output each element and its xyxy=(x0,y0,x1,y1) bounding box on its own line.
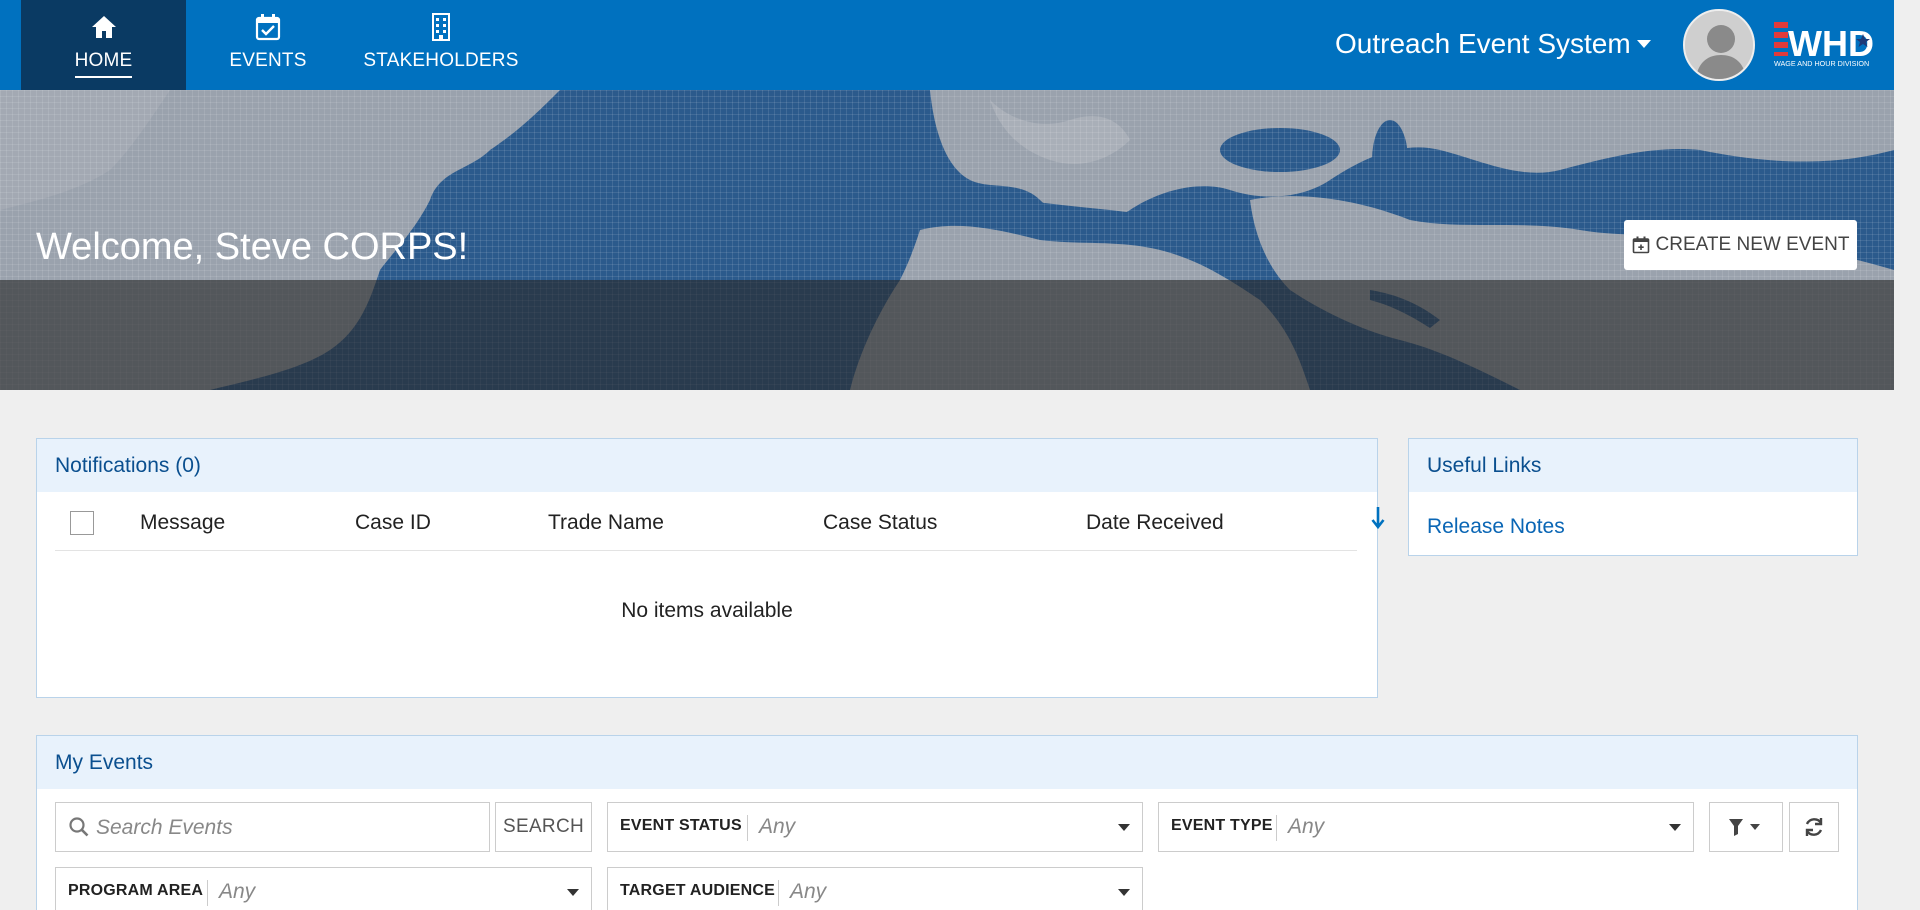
refresh-button[interactable] xyxy=(1789,802,1839,852)
event-status-value: Any xyxy=(759,815,796,838)
notifications-title: Notifications (0) xyxy=(37,439,1377,492)
active-tab-underline xyxy=(75,76,132,78)
user-avatar[interactable] xyxy=(1683,9,1755,81)
nav-tab-home-label: HOME xyxy=(74,50,133,71)
column-header-case-status[interactable]: Case Status xyxy=(823,511,937,535)
caret-down-icon xyxy=(567,889,579,896)
program-area-value: Any xyxy=(219,880,256,903)
select-all-checkbox[interactable] xyxy=(70,511,94,535)
calendar-check-icon xyxy=(255,14,281,41)
notifications-panel: Notifications (0) Message Case ID Trade … xyxy=(36,438,1385,698)
caret-down-icon xyxy=(1636,39,1651,48)
dropdown-separator xyxy=(747,815,748,841)
useful-links-title: Useful Links xyxy=(1409,439,1857,492)
nav-tab-events[interactable]: EVENTS xyxy=(212,0,324,90)
event-status-dropdown[interactable]: EVENT STATUS Any xyxy=(607,802,1143,852)
nav-tab-events-label: EVENTS xyxy=(229,50,307,71)
program-area-label: PROGRAM AREA xyxy=(68,882,204,899)
dropdown-separator xyxy=(207,880,208,906)
nav-tab-home[interactable]: HOME xyxy=(21,0,186,90)
search-icon xyxy=(69,817,89,837)
caret-down-icon xyxy=(1118,889,1130,896)
top-navigation-bar: HOME EVENTS STAKEHOLDERS Outreach Event … xyxy=(0,0,1894,90)
search-button[interactable]: SEARCH xyxy=(495,802,592,852)
target-audience-value: Any xyxy=(790,880,827,903)
welcome-band xyxy=(0,280,1894,390)
filter-menu-button[interactable] xyxy=(1709,802,1783,852)
dropdown-separator xyxy=(1276,815,1277,841)
event-type-label: EVENT TYPE xyxy=(1171,817,1273,834)
building-icon xyxy=(432,13,450,41)
create-new-event-label: CREATE NEW EVENT xyxy=(1655,234,1850,255)
refresh-icon xyxy=(1805,818,1823,836)
my-events-panel: My Events Search Events SEARCH EVENT STA… xyxy=(36,735,1858,910)
caret-down-icon xyxy=(1118,824,1130,831)
home-icon xyxy=(91,16,116,38)
svg-text:WAGE AND HOUR DIVISION: WAGE AND HOUR DIVISION xyxy=(1774,59,1869,68)
event-type-dropdown[interactable]: EVENT TYPE Any xyxy=(1158,802,1694,852)
nav-tab-stakeholders[interactable]: STAKEHOLDERS xyxy=(360,0,522,90)
whd-logo: WHD WAGE AND HOUR DIVISION xyxy=(1772,18,1876,70)
column-header-case-id[interactable]: Case ID xyxy=(355,511,431,535)
nav-tab-stakeholders-label: STAKEHOLDERS xyxy=(363,50,519,71)
event-status-label: EVENT STATUS xyxy=(620,817,742,834)
search-events-input[interactable]: Search Events xyxy=(55,802,490,852)
event-type-value: Any xyxy=(1288,815,1325,838)
column-header-date-received[interactable]: Date Received xyxy=(1086,511,1224,535)
caret-down-icon xyxy=(1669,824,1681,831)
app-switcher-dropdown[interactable]: Outreach Event System xyxy=(1335,28,1651,60)
my-events-title: My Events xyxy=(37,736,1857,789)
target-audience-dropdown[interactable]: TARGET AUDIENCE Any xyxy=(607,867,1143,910)
column-header-message[interactable]: Message xyxy=(140,511,225,535)
sort-descending-icon[interactable] xyxy=(1371,506,1385,537)
dropdown-separator xyxy=(778,880,779,906)
column-header-trade-name[interactable]: Trade Name xyxy=(548,511,664,535)
calendar-plus-icon xyxy=(1632,236,1649,254)
program-area-dropdown[interactable]: PROGRAM AREA Any xyxy=(55,867,592,910)
search-placeholder: Search Events xyxy=(96,816,233,839)
app-title: Outreach Event System xyxy=(1335,28,1631,59)
create-new-event-button[interactable]: CREATE NEW EVENT xyxy=(1624,220,1857,270)
user-silhouette-icon xyxy=(1685,11,1753,79)
useful-links-panel: Useful Links Release Notes xyxy=(1408,438,1858,556)
notifications-table-header: Message Case ID Trade Name Case Status D… xyxy=(55,492,1385,551)
welcome-message: Welcome, Steve CORPS! xyxy=(36,226,469,268)
filter-icon xyxy=(1729,819,1760,836)
no-items-message: No items available xyxy=(621,599,793,622)
release-notes-link[interactable]: Release Notes xyxy=(1427,515,1565,539)
target-audience-label: TARGET AUDIENCE xyxy=(620,882,775,899)
